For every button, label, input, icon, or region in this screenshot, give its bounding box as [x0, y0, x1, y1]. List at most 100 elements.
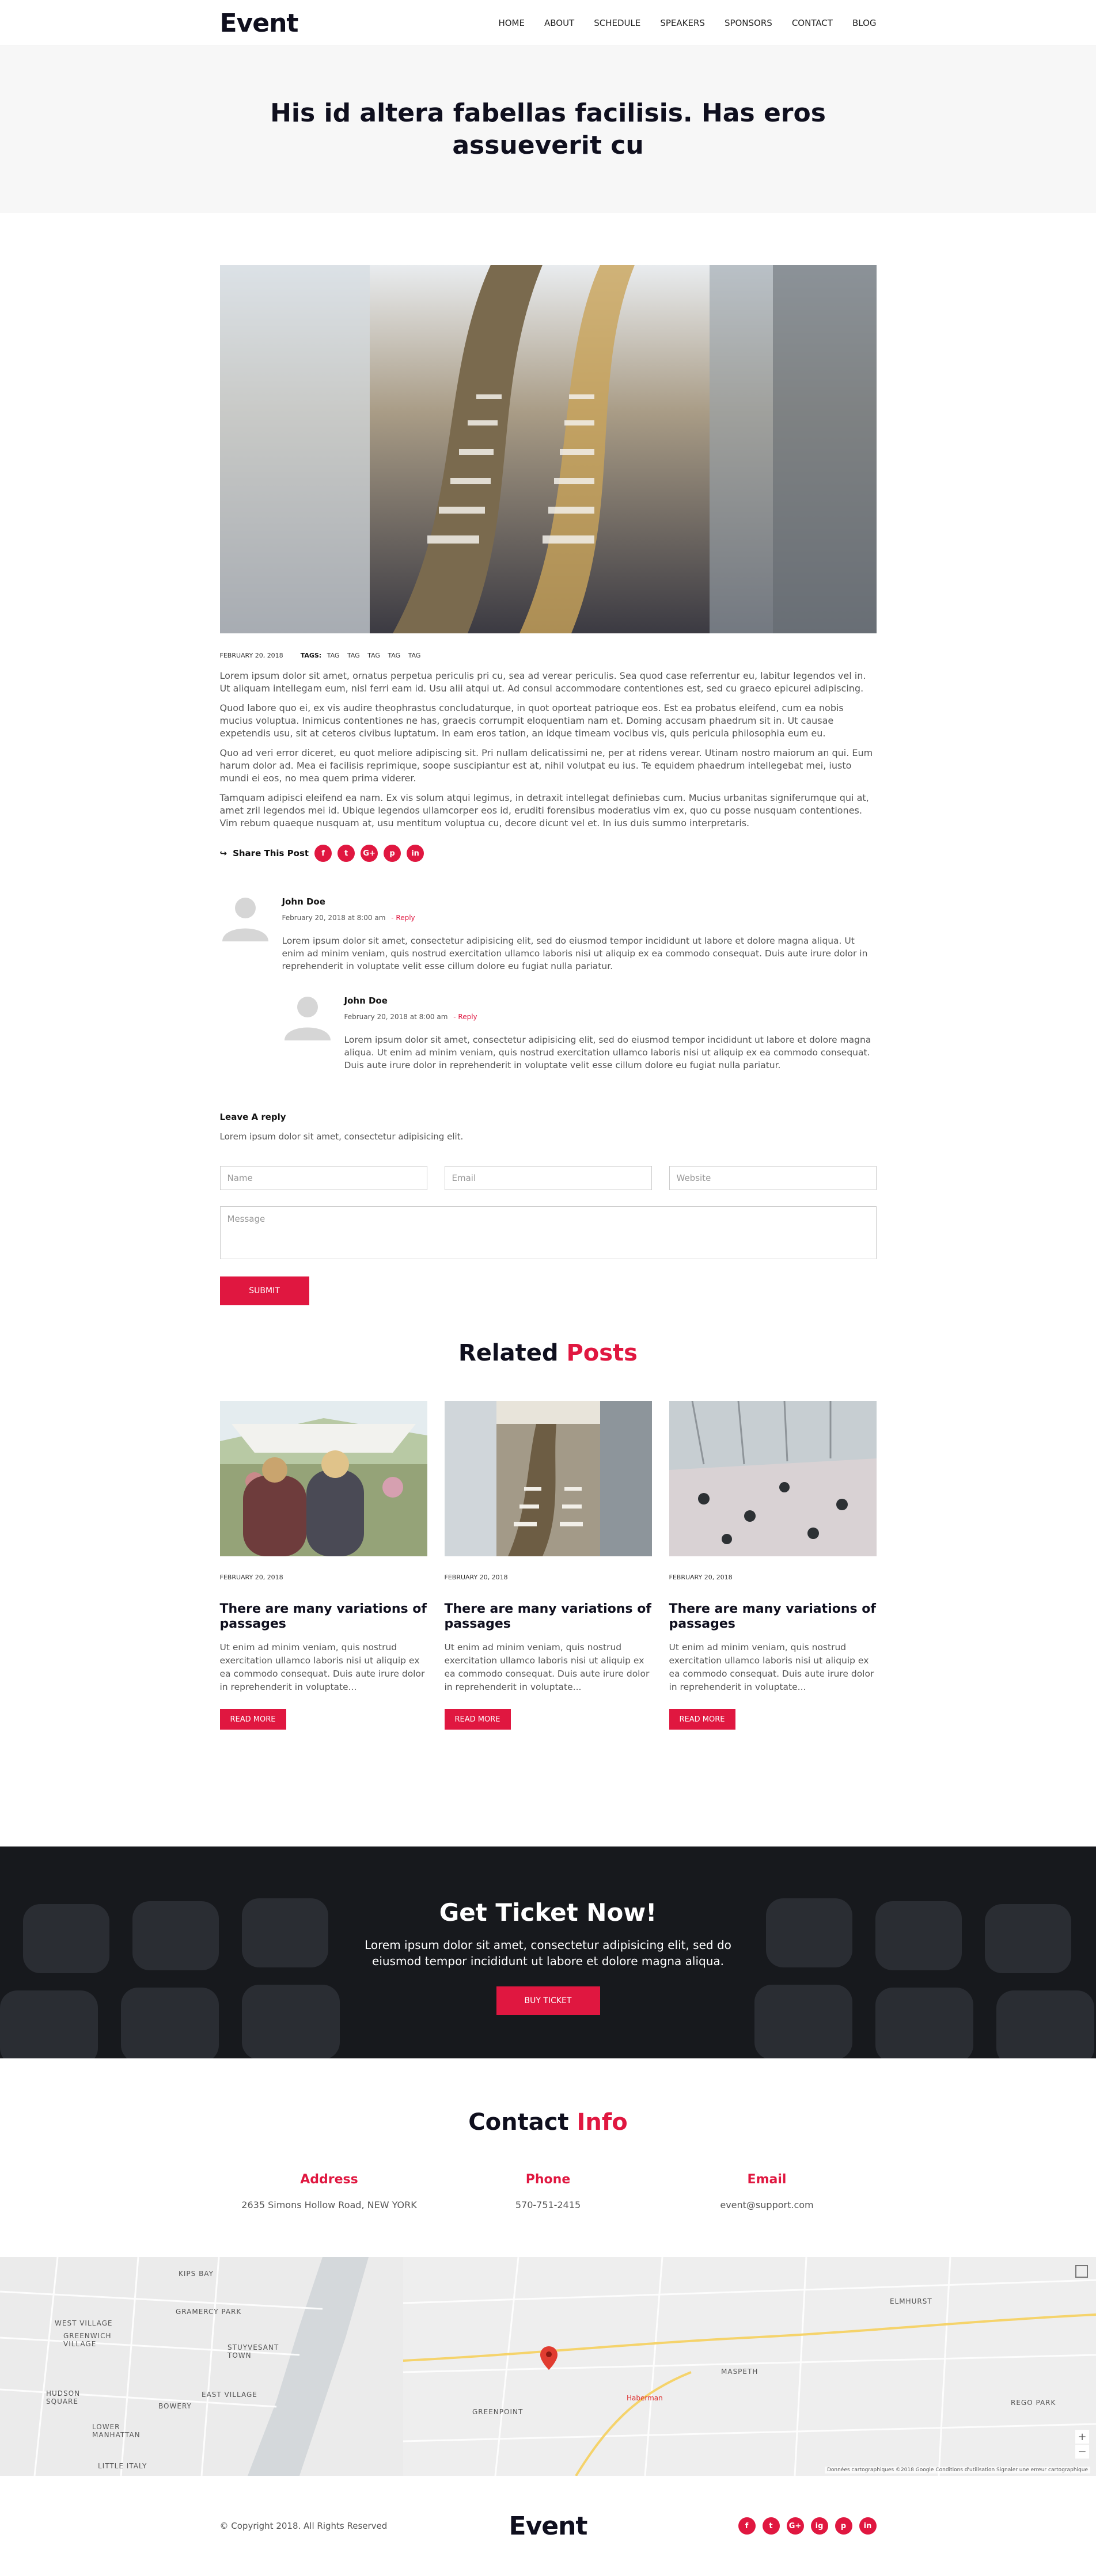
- map-label: Haberman: [627, 2394, 663, 2402]
- pinterest-icon[interactable]: p: [835, 2517, 852, 2535]
- map-embed[interactable]: KIPS BAY WEST VILLAGE GREENWICH VILLAGE …: [0, 2257, 1096, 2476]
- reply-form-subtitle: Lorem ipsum dolor sit amet, consectetur …: [219, 1131, 464, 1142]
- map-label: GREENPOINT: [472, 2408, 524, 2416]
- comment: John Doe February 20, 2018 at 8:00 am - …: [220, 891, 877, 1072]
- google-plus-icon[interactable]: G+: [361, 845, 378, 862]
- contact-title-main: Contact: [468, 2109, 569, 2136]
- comments-section: John Doe February 20, 2018 at 8:00 am - …: [220, 891, 877, 1072]
- google-plus-icon[interactable]: G+: [786, 2517, 804, 2535]
- map-label: REGO PARK: [1011, 2399, 1056, 2407]
- comment-date-text: February 20, 2018 at 8:00 am: [344, 1013, 448, 1021]
- page-title: His id altera fabellas facilisis. Has er…: [270, 98, 826, 160]
- read-more-button[interactable]: READ MORE: [219, 1709, 286, 1730]
- map-label: LITTLE ITALY: [98, 2462, 147, 2470]
- tag-link[interactable]: TAG: [347, 652, 360, 659]
- related-card-image[interactable]: [444, 1401, 652, 1556]
- related-card-text: Ut enim ad minim veniam, quis nostrud ex…: [669, 1642, 874, 1692]
- avatar: [282, 990, 333, 1040]
- reply-form: Leave A reply Lorem ipsum dolor sit amet…: [219, 1112, 877, 1305]
- comment-author: John Doe: [344, 996, 388, 1006]
- share-label: Share This Post: [233, 848, 309, 858]
- facebook-icon[interactable]: f: [314, 845, 332, 862]
- post-paragraph: Quo ad veri error diceret, eu quot melio…: [219, 747, 873, 784]
- post-content: Lorem ipsum dolor sit amet, ornatus perp…: [220, 670, 877, 830]
- related-card-image[interactable]: [219, 1401, 427, 1556]
- tag-link[interactable]: TAG: [367, 652, 380, 659]
- nav-home[interactable]: HOME: [498, 18, 525, 28]
- footer-socials: f t G+ ig p in: [658, 2517, 877, 2535]
- tag-link[interactable]: TAG: [408, 652, 421, 659]
- share-bar: ↪ Share This Post f t G+ p in: [220, 845, 877, 862]
- pinterest-icon[interactable]: p: [384, 845, 401, 862]
- related-card-title[interactable]: There are many variations of passages: [220, 1602, 427, 1632]
- fullscreen-icon[interactable]: [1075, 2265, 1088, 2278]
- related-card-text: Ut enim ad minim veniam, quis nostrud ex…: [219, 1642, 425, 1692]
- site-header: Event HOME ABOUT SCHEDULE SPEAKERS SPONS…: [0, 0, 1096, 46]
- post-featured-image: [219, 265, 877, 633]
- map-label: KIPS BAY: [179, 2270, 214, 2278]
- related-card-text: Ut enim ad minim veniam, quis nostrud ex…: [444, 1642, 650, 1692]
- post-paragraph: Quod labore quo ei, ex vis audire theoph…: [219, 702, 844, 739]
- page-title-band: His id altera fabellas facilisis. Has er…: [0, 46, 1096, 213]
- linkedin-icon[interactable]: in: [407, 845, 424, 862]
- share-icon: ↪: [219, 848, 227, 858]
- comment-text: Lorem ipsum dolor sit amet, consectetur …: [282, 936, 868, 971]
- tag-link[interactable]: TAG: [327, 652, 340, 659]
- ticket-text: Lorem ipsum dolor sit amet, consectetur …: [365, 1938, 731, 1968]
- tags-label: TAGS:: [300, 652, 322, 659]
- ticket-title: Get Ticket Now!: [439, 1898, 657, 1927]
- map-label: GRAMERCY PARK: [176, 2308, 242, 2316]
- site-logo[interactable]: Event: [220, 9, 299, 38]
- reply-form-title: Leave A reply: [219, 1112, 286, 1122]
- nav-about[interactable]: ABOUT: [544, 18, 574, 28]
- footer-logo[interactable]: Event: [439, 2512, 658, 2541]
- related-card-date: FEBRUARY 20, 2018: [219, 1574, 283, 1581]
- read-more-button[interactable]: READ MORE: [444, 1709, 511, 1730]
- map-label: LOWER MANHATTAN: [92, 2423, 141, 2439]
- related-card-image[interactable]: [669, 1401, 877, 1556]
- address-label: Address: [300, 2172, 358, 2187]
- nav-speakers[interactable]: SPEAKERS: [660, 18, 705, 28]
- nav-sponsors[interactable]: SPONSORS: [725, 18, 772, 28]
- map-label: GREENWICH VILLAGE: [63, 2332, 112, 2348]
- related-card: FEBRUARY 20, 2018 There are many variati…: [444, 1401, 652, 1730]
- reply-link[interactable]: - Reply: [453, 1013, 477, 1021]
- contact-address: Address 2635 Simons Hollow Road, NEW YOR…: [220, 2172, 439, 2210]
- submit-button[interactable]: SUBMIT: [219, 1276, 309, 1305]
- nav-contact[interactable]: CONTACT: [792, 18, 833, 28]
- zoom-in-button[interactable]: +: [1075, 2430, 1089, 2444]
- related-title-main: Related: [458, 1340, 559, 1366]
- phone-label: Phone: [525, 2172, 571, 2187]
- facebook-icon[interactable]: f: [738, 2517, 756, 2535]
- map-label: MASPETH: [721, 2368, 759, 2376]
- post-tags: TAGS: TAG TAG TAG TAG TAG: [301, 652, 427, 659]
- message-field[interactable]: Message: [219, 1206, 877, 1259]
- related-title: Related Posts: [220, 1340, 877, 1366]
- comment-author: John Doe: [282, 896, 325, 907]
- post-meta: FEBRUARY 20, 2018 TAGS: TAG TAG TAG TAG …: [220, 652, 877, 659]
- twitter-icon[interactable]: t: [337, 845, 355, 862]
- twitter-icon[interactable]: t: [762, 2517, 780, 2535]
- reply-link[interactable]: - Reply: [391, 914, 415, 922]
- related-card-title[interactable]: There are many variations of passages: [669, 1602, 877, 1632]
- comment-text: Lorem ipsum dolor sit amet, consectetur …: [344, 1035, 871, 1070]
- email-value: event@support.com: [720, 2199, 814, 2210]
- name-field[interactable]: Name: [219, 1166, 427, 1190]
- site-footer: © Copyright 2018. All Rights Reserved Ev…: [0, 2476, 1096, 2576]
- instagram-icon[interactable]: ig: [810, 2517, 828, 2535]
- zoom-out-button[interactable]: −: [1075, 2445, 1089, 2459]
- nav-blog[interactable]: BLOG: [852, 18, 877, 28]
- website-field[interactable]: Website: [669, 1166, 877, 1190]
- buy-ticket-button[interactable]: BUY TICKET: [496, 1986, 600, 2015]
- main-nav: HOME ABOUT SCHEDULE SPEAKERS SPONSORS CO…: [479, 18, 876, 28]
- related-posts: Related Posts FEBRUARY 20, 2018 There ar…: [219, 1340, 877, 1730]
- tag-link[interactable]: TAG: [388, 652, 400, 659]
- related-card-title[interactable]: There are many variations of passages: [445, 1602, 652, 1632]
- email-field[interactable]: Email: [444, 1166, 652, 1190]
- read-more-button[interactable]: READ MORE: [669, 1709, 735, 1730]
- linkedin-icon[interactable]: in: [859, 2517, 877, 2535]
- related-card: FEBRUARY 20, 2018 There are many variati…: [219, 1401, 427, 1730]
- related-card-date: FEBRUARY 20, 2018: [669, 1574, 733, 1581]
- nav-schedule[interactable]: SCHEDULE: [594, 18, 640, 28]
- comment-date: February 20, 2018 at 8:00 am - Reply: [282, 914, 877, 922]
